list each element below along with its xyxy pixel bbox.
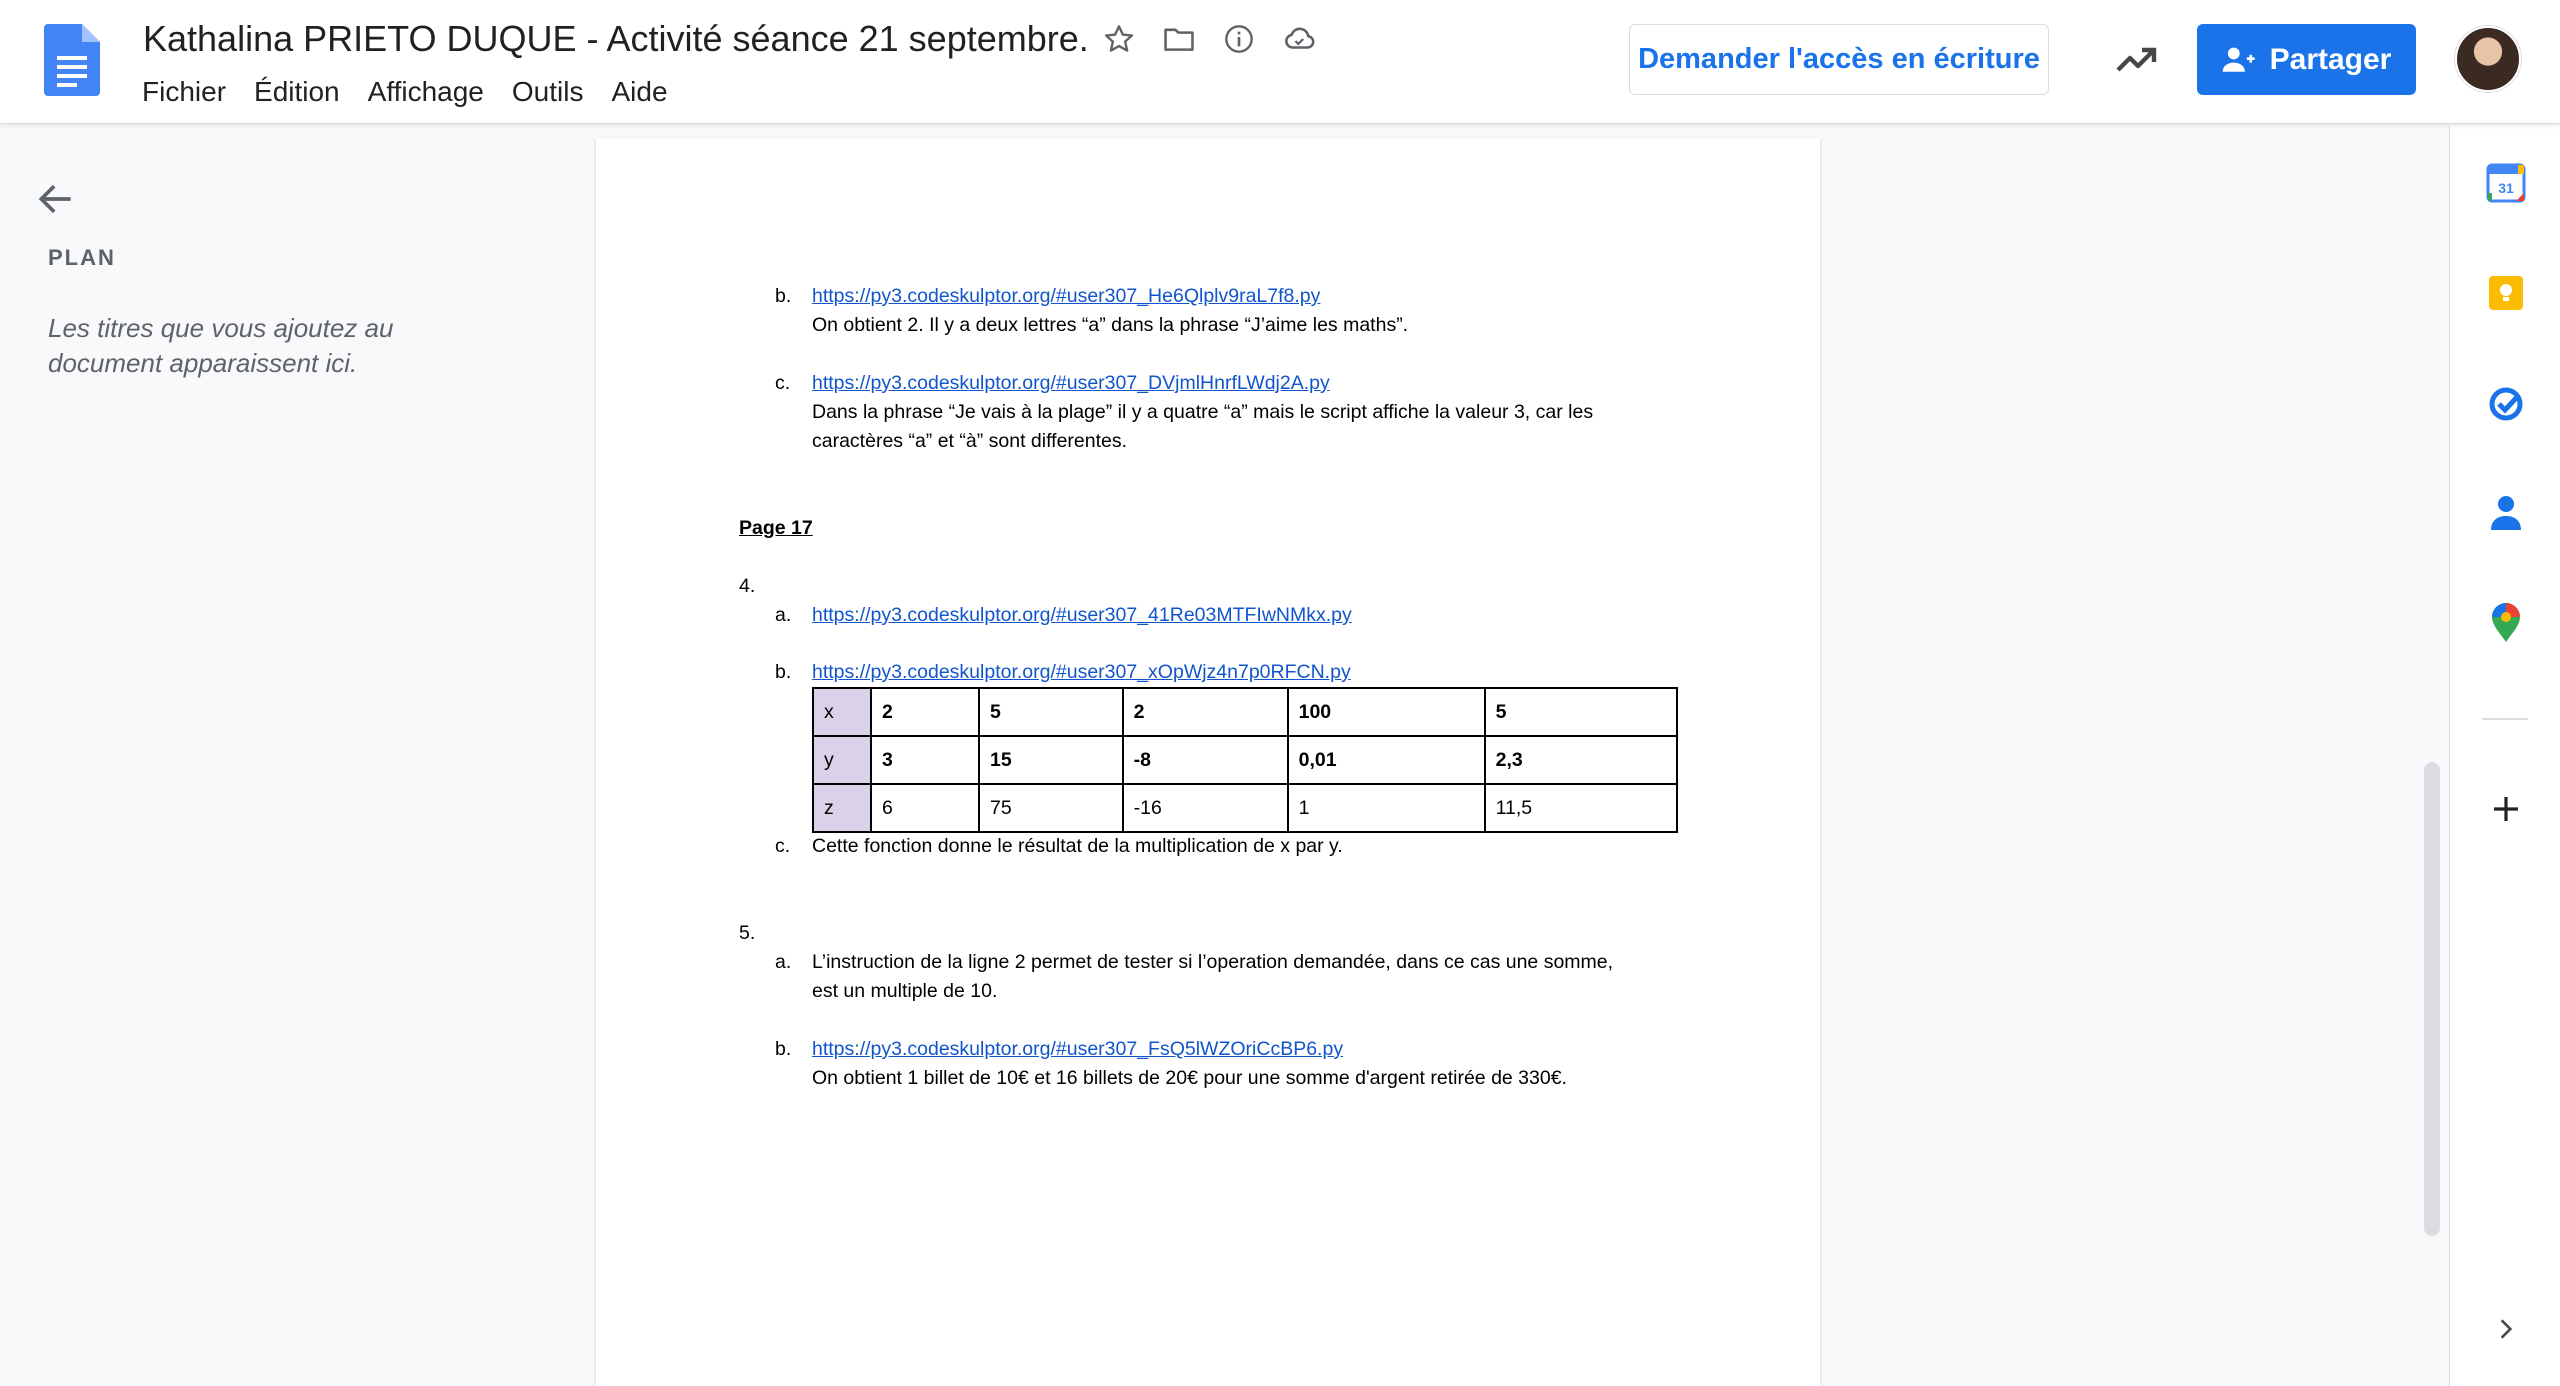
request-edit-access-button[interactable]: Demander l'accès en écriture [1629, 24, 2049, 95]
vertical-scrollbar[interactable] [2424, 762, 2440, 1236]
table-cell: 15 [978, 735, 1124, 785]
side-panel-divider [2482, 718, 2528, 720]
keep-icon[interactable] [2484, 271, 2528, 315]
table-cell: 5 [1483, 687, 1679, 737]
table-cell: 0,01 [1286, 735, 1486, 785]
table-row: x 2 5 2 100 5 [812, 687, 1679, 737]
answer-text: On obtient 1 billet de 10€ et 16 billets… [812, 1067, 1567, 1089]
outline-empty-hint: Les titres que vous ajoutez au document … [48, 313, 394, 378]
top-bar: Kathalina PRIETO DUQUE - Activité séance… [0, 0, 2560, 124]
answer-text: On obtient 2. Il y a deux lettres “a” da… [812, 314, 1409, 336]
answer-text: Dans la phrase “Je vais à la plage” il y… [812, 401, 1594, 423]
trending-icon[interactable] [2112, 36, 2160, 84]
maps-icon[interactable] [2484, 601, 2528, 645]
list-marker: c. [775, 372, 791, 394]
back-arrow-icon[interactable] [34, 177, 78, 221]
list-marker: a. [775, 951, 792, 973]
list-marker: a. [775, 604, 792, 626]
info-icon[interactable] [1220, 20, 1258, 58]
table-row: z 6 75 -16 1 11,5 [812, 783, 1679, 833]
menu-tools[interactable]: Outils [512, 74, 584, 110]
codeskulptor-link[interactable]: https://py3.codeskulptor.org/#user307_He… [812, 282, 1320, 311]
answer-text: caractères “a” et “à” sont differentes. [812, 430, 1128, 452]
expand-icon[interactable] [2484, 1307, 2528, 1351]
list-number: 4. [739, 575, 756, 597]
answer-text: est un multiple de 10. [812, 980, 998, 1002]
codeskulptor-link[interactable]: https://py3.codeskulptor.org/#user307_41… [812, 601, 1352, 630]
list-marker: c. [775, 835, 791, 857]
table-cell: -16 [1121, 783, 1289, 833]
side-panel: 31 [2449, 125, 2560, 1386]
table-cell: 100 [1286, 687, 1486, 737]
table-cell: 2 [1121, 687, 1289, 737]
calendar-day: 31 [2498, 180, 2514, 196]
row-label: z [812, 783, 872, 833]
answer-text: Cette fonction donne le résultat de la m… [812, 835, 1343, 857]
codeskulptor-link[interactable]: https://py3.codeskulptor.org/#user307_Fs… [812, 1035, 1343, 1064]
list-marker: b. [775, 1038, 792, 1060]
table-cell: 2 [870, 687, 980, 737]
menu-edit[interactable]: Édition [254, 74, 340, 110]
values-table: x 2 5 2 100 5 y 3 15 -8 0,01 2,3 z 6 75 … [812, 687, 1679, 833]
menu-bar: Fichier Édition Affichage Outils Aide [142, 74, 668, 110]
docs-logo-icon[interactable] [44, 24, 100, 96]
outline-title: PLAN [48, 245, 116, 270]
table-cell: -8 [1121, 735, 1289, 785]
menu-file[interactable]: Fichier [142, 74, 226, 110]
answer-text: L’instruction de la ligne 2 permet de te… [812, 951, 1614, 973]
contacts-icon[interactable] [2484, 491, 2528, 535]
account-avatar[interactable] [2455, 26, 2521, 92]
codeskulptor-link[interactable]: https://py3.codeskulptor.org/#user307_xO… [812, 658, 1351, 687]
share-label: Partager [2269, 42, 2392, 76]
list-marker: b. [775, 285, 792, 307]
menu-view[interactable]: Affichage [368, 74, 484, 110]
table-cell: 11,5 [1483, 783, 1679, 833]
row-label: x [812, 687, 872, 737]
person-add-icon [2222, 47, 2255, 72]
table-cell: 2,3 [1483, 735, 1679, 785]
page-heading: Page 17 [739, 517, 813, 539]
table-row: y 3 15 -8 0,01 2,3 [812, 735, 1679, 785]
add-icon[interactable] [2484, 787, 2528, 831]
document-body: b. https://py3.codeskulptor.org/#user307… [596, 138, 1820, 1386]
document-page[interactable]: b. https://py3.codeskulptor.org/#user307… [596, 138, 1820, 1386]
list-number: 5. [739, 922, 756, 944]
table-cell: 6 [870, 783, 980, 833]
table-cell: 5 [978, 687, 1124, 737]
title-actions [1100, 20, 1318, 58]
share-button[interactable]: Partager [2197, 24, 2416, 95]
table-cell: 1 [1286, 783, 1486, 833]
menu-help[interactable]: Aide [611, 74, 667, 110]
star-icon[interactable] [1100, 20, 1138, 58]
document-title[interactable]: Kathalina PRIETO DUQUE - Activité séance… [143, 18, 1089, 60]
codeskulptor-link[interactable]: https://py3.codeskulptor.org/#user307_DV… [812, 369, 1330, 398]
row-label: y [812, 735, 872, 785]
list-marker: b. [775, 661, 792, 683]
cloud-icon[interactable] [1280, 20, 1318, 58]
calendar-icon[interactable]: 31 [2484, 161, 2528, 205]
table-cell: 75 [978, 783, 1124, 833]
document-outline-panel: PLAN Les titres que vous ajoutez au docu… [0, 125, 590, 1386]
tasks-icon[interactable] [2484, 381, 2528, 425]
table-cell: 3 [870, 735, 980, 785]
folder-icon[interactable] [1160, 20, 1198, 58]
